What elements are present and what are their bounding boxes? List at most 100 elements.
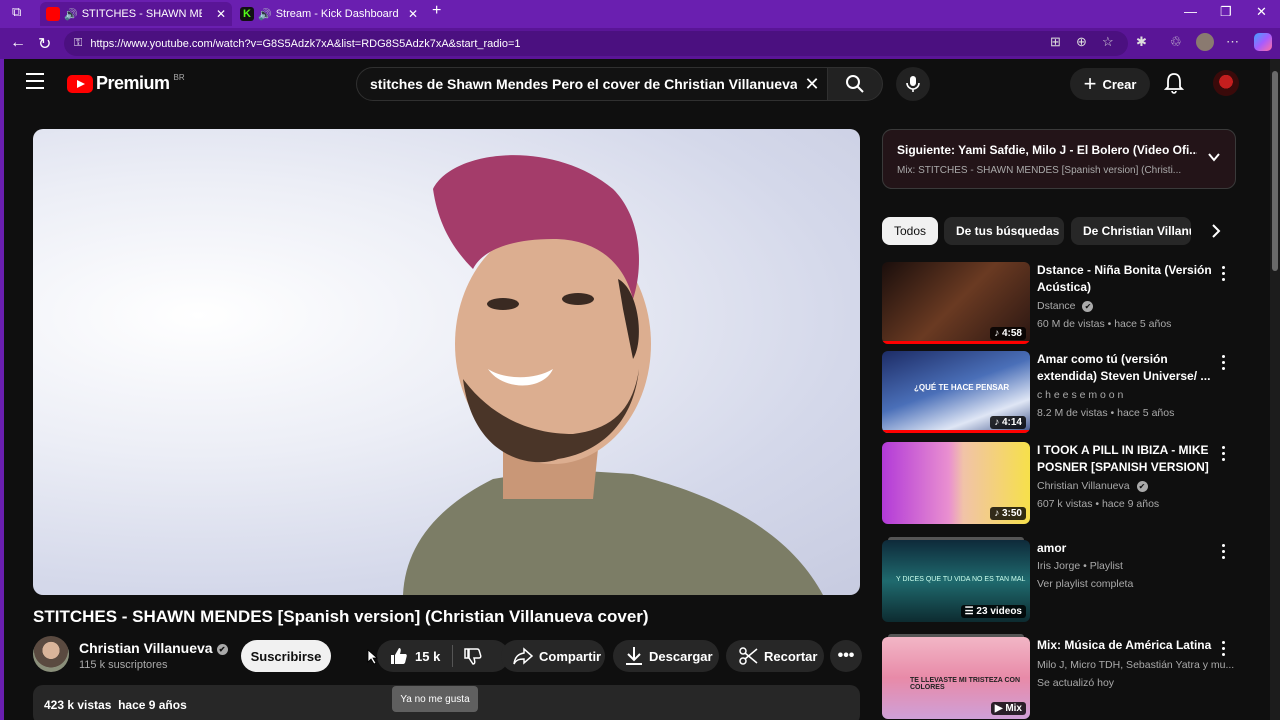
back-icon[interactable]: ← — [10, 34, 26, 52]
video-thumbnail[interactable]: ♪ 3:50 — [882, 442, 1030, 524]
chevron-down-icon[interactable] — [1207, 150, 1221, 164]
channel-avatar[interactable] — [33, 636, 69, 672]
chip-de-tus-busquedas[interactable]: De tus búsquedas — [944, 217, 1064, 245]
clip-label: Recortar — [764, 648, 818, 664]
logo-text: Premium — [96, 73, 170, 93]
mix-artists: Milo J, Micro TDH, Sebastián Yatra y mu.… — [1037, 659, 1235, 671]
youtube-play-icon — [67, 74, 93, 93]
search-button[interactable] — [827, 67, 883, 101]
channel-name: Dstance ✔ — [1037, 300, 1094, 312]
download-button[interactable]: Descargar — [613, 640, 719, 672]
duration-badge: ♪ 4:14 — [990, 416, 1026, 429]
more-horizontal-icon: ••• — [837, 647, 855, 664]
video-frame-person — [403, 155, 823, 595]
channel-text: Dstance — [1037, 300, 1076, 312]
minimize-button[interactable]: — — [1184, 4, 1197, 19]
more-vertical-icon[interactable] — [1222, 355, 1226, 373]
divider — [452, 645, 454, 667]
notifications-bell-icon[interactable] — [1164, 72, 1184, 94]
extensions-icon[interactable]: ✱ — [1136, 34, 1147, 50]
more-actions-button[interactable]: ••• — [830, 640, 862, 672]
subscribe-button[interactable]: Suscribirse — [241, 640, 331, 672]
performance-icon[interactable]: ♲ — [1170, 34, 1182, 50]
url-field[interactable]: ⚿ https://www.youtube.com/watch?v=G8S5Ad… — [64, 31, 1128, 56]
video-meta: 607 k vistas • hace 9 años — [1037, 498, 1160, 510]
tab-youtube[interactable]: 🔊 STITCHES - SHAWN MENDES ✕ — [40, 2, 232, 26]
search-query-text: stitches de Shawn Mendes Pero el cover d… — [370, 76, 797, 92]
verified-badge-icon: ✔ — [1136, 480, 1148, 492]
video-title: STITCHES - SHAWN MENDES [Spanish version… — [33, 607, 649, 626]
close-tab-icon[interactable]: ✕ — [216, 7, 226, 21]
more-vertical-icon[interactable] — [1222, 446, 1226, 464]
list-item[interactable]: Y DICES QUE TU VIDA NO ES TAN MAL ☰ 23 v… — [882, 537, 1236, 624]
kick-favicon-icon: K — [240, 7, 254, 21]
scrollbar-thumb[interactable] — [1272, 71, 1278, 271]
search-input[interactable]: stitches de Shawn Mendes Pero el cover d… — [356, 67, 828, 101]
create-button[interactable]: + Crear — [1070, 68, 1150, 100]
profile-avatar[interactable] — [1196, 33, 1214, 51]
list-item[interactable]: ¿QUÉ TE HACE PENSAR ♪ 4:14 Amar como tú … — [882, 351, 1236, 435]
close-tab-icon[interactable]: ✕ — [408, 7, 418, 21]
tab-kick[interactable]: K 🔊 Stream - Kick Dashboard ✕ — [234, 2, 424, 26]
like-thumb-icon[interactable] — [389, 646, 409, 666]
create-label: Crear — [1102, 76, 1137, 92]
share-label: Compartir — [539, 648, 602, 664]
refresh-icon[interactable]: ↻ — [38, 34, 51, 54]
app-available-icon[interactable]: ⊞ — [1050, 34, 1061, 50]
thumbnail-caption: Y DICES QUE TU VIDA NO ES TAN MAL — [896, 576, 1026, 583]
list-item[interactable]: TE LLEVASTE MI TRISTEZA CON COLORES ▶ Mi… — [882, 634, 1236, 720]
microphone-icon — [906, 76, 920, 92]
playlist-stack — [888, 634, 1024, 637]
address-bar-row: ← ↻ ⚿ https://www.youtube.com/watch?v=G8… — [0, 28, 1280, 59]
more-options-icon[interactable]: ⋯ — [1226, 34, 1239, 50]
video-count-badge: ☰ 23 videos — [960, 605, 1026, 618]
voice-search-button[interactable] — [896, 67, 930, 101]
site-info-icon[interactable]: ⚿ — [74, 37, 82, 50]
like-dislike-group: 15 k — [377, 640, 509, 672]
video-title: Amar como tú (versión extendida) Steven … — [1037, 352, 1211, 383]
channel-name: Christian Villanueva — [79, 640, 213, 656]
channel-name-link[interactable]: Christian Villanueva ✔ — [79, 640, 228, 656]
filter-chips: Todos De tus búsquedas De Christian Vill… — [882, 217, 1242, 247]
youtube-page: Premium BR stitches de Shawn Mendes Pero… — [4, 59, 1270, 720]
close-window-button[interactable]: ✕ — [1256, 4, 1267, 20]
chip-de-christian-villanueva[interactable]: De Christian Villanueva — [1071, 217, 1191, 245]
view-count: 423 k vistas — [44, 698, 112, 712]
view-full-playlist-link[interactable]: Ver playlist completa — [1037, 578, 1133, 590]
workspaces-icon[interactable]: ⧉ — [12, 4, 21, 20]
verified-badge-icon: ✔ — [1082, 300, 1094, 312]
more-vertical-icon[interactable] — [1222, 544, 1226, 562]
tab-label: STITCHES - SHAWN MENDES — [81, 8, 202, 20]
chip-todos[interactable]: Todos — [882, 217, 938, 245]
share-button[interactable]: Compartir — [501, 640, 605, 672]
clip-button[interactable]: Recortar — [726, 640, 824, 672]
menu-icon[interactable] — [26, 73, 44, 94]
more-vertical-icon[interactable] — [1222, 641, 1226, 659]
duration-badge: ♪ 3:50 — [990, 507, 1026, 520]
playlist-stack — [888, 537, 1024, 540]
mix-thumbnail[interactable]: TE LLEVASTE MI TRISTEZA CON COLORES ▶ Mi… — [882, 634, 1030, 719]
playlist-thumbnail[interactable]: Y DICES QUE TU VIDA NO ES TAN MAL ☰ 23 v… — [882, 537, 1030, 622]
plus-icon: + — [1083, 71, 1097, 96]
chevron-right-icon[interactable] — [1210, 222, 1222, 240]
dislike-thumb-icon[interactable] — [463, 646, 483, 666]
new-tab-button[interactable]: + — [432, 2, 441, 20]
favorite-star-icon[interactable]: ☆ — [1102, 34, 1114, 50]
up-next-panel[interactable]: Siguiente: Yami Safdie, Milo J - El Bole… — [882, 129, 1236, 189]
mix-updated: Se actualizó hoy — [1037, 677, 1115, 689]
copilot-icon[interactable] — [1254, 33, 1272, 51]
youtube-premium-logo[interactable]: Premium BR — [67, 73, 185, 94]
subscriber-count: 115 k suscriptores — [79, 659, 168, 671]
list-item[interactable]: ♪ 3:50 I TOOK A PILL IN IBIZA - MIKE POS… — [882, 442, 1236, 526]
maximize-button[interactable]: ❐ — [1220, 4, 1232, 20]
video-thumbnail[interactable]: ¿QUÉ TE HACE PENSAR ♪ 4:14 — [882, 351, 1030, 433]
more-vertical-icon[interactable] — [1222, 266, 1226, 284]
list-item[interactable]: ♪ 4:58 Dstance - Niña Bonita (Versión Ac… — [882, 262, 1236, 346]
clear-search-icon[interactable]: ✕ — [797, 74, 827, 95]
video-player[interactable] — [33, 129, 860, 595]
zoom-icon[interactable]: ⊕ — [1076, 34, 1087, 50]
verified-badge-icon: ✔ — [216, 643, 228, 655]
video-thumbnail[interactable]: ♪ 4:58 — [882, 262, 1030, 344]
page-scrollbar[interactable] — [1270, 59, 1280, 720]
account-avatar[interactable] — [1213, 70, 1239, 96]
